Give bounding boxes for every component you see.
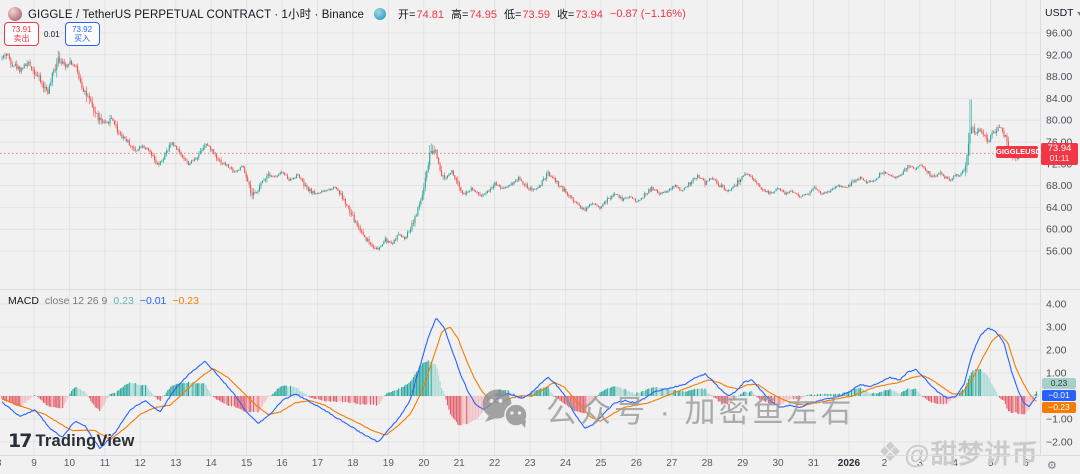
svg-text:4.00: 4.00 bbox=[1046, 299, 1067, 311]
svg-text:23: 23 bbox=[524, 458, 536, 469]
open-label: 开= bbox=[398, 9, 416, 21]
svg-text:16: 16 bbox=[276, 458, 288, 469]
buy-label: 买入 bbox=[74, 34, 91, 43]
svg-text:15: 15 bbox=[241, 458, 253, 469]
spread-value: 0.01 bbox=[44, 29, 60, 39]
wechat-watermark-text: 公众号 · 加密鱼左右 bbox=[546, 394, 855, 429]
svg-text:60.00: 60.00 bbox=[1046, 224, 1072, 236]
svg-text:22: 22 bbox=[489, 458, 501, 469]
binance-diamond-icon: ❖ bbox=[878, 437, 903, 467]
sell-price: 73.91 bbox=[11, 25, 32, 34]
pane-separator[interactable] bbox=[0, 289, 1080, 290]
svg-text:92.00: 92.00 bbox=[1046, 49, 1072, 61]
svg-text:56.00: 56.00 bbox=[1046, 246, 1072, 258]
time-axis-border bbox=[0, 455, 1080, 456]
svg-text:84.00: 84.00 bbox=[1046, 93, 1072, 105]
svg-text:96.00: 96.00 bbox=[1046, 28, 1072, 40]
svg-text:26: 26 bbox=[631, 458, 643, 469]
svg-text:25: 25 bbox=[595, 458, 607, 469]
macd-line-value: −0.01 bbox=[139, 295, 167, 307]
macd-signal-value: −0.23 bbox=[172, 295, 199, 307]
svg-text:12: 12 bbox=[135, 458, 147, 469]
svg-text:27: 27 bbox=[666, 458, 678, 469]
change-value: −0.87 (−1.16%) bbox=[609, 8, 686, 20]
svg-text:31: 31 bbox=[808, 458, 820, 469]
svg-text:30: 30 bbox=[772, 458, 784, 469]
svg-text:13: 13 bbox=[170, 458, 182, 469]
giggle-coin-icon bbox=[8, 7, 22, 21]
svg-text:19: 19 bbox=[383, 458, 395, 469]
svg-text:11: 11 bbox=[100, 458, 111, 469]
svg-text:3.00: 3.00 bbox=[1046, 322, 1067, 334]
macd-line-chip: −0.01 bbox=[1042, 390, 1076, 401]
price-axis-border bbox=[1040, 0, 1041, 455]
close-value: 73.94 bbox=[575, 9, 603, 21]
svg-text:18: 18 bbox=[347, 458, 359, 469]
svg-text:9: 9 bbox=[31, 458, 37, 469]
tradingview-brand: TradingView bbox=[35, 431, 135, 450]
svg-text:64.00: 64.00 bbox=[1046, 202, 1072, 214]
svg-text:8: 8 bbox=[0, 458, 2, 469]
last-price-value: 73.94 bbox=[1047, 143, 1072, 154]
gear-icon[interactable]: ⚙ bbox=[1047, 459, 1057, 472]
buy-price: 73.92 bbox=[72, 25, 93, 34]
macd-indicator-label[interactable]: MACD close 12 26 9 0.23 −0.01 −0.23 bbox=[8, 295, 199, 307]
svg-text:24: 24 bbox=[560, 458, 572, 469]
macd-title: MACD bbox=[8, 295, 39, 307]
high-label: 高= bbox=[451, 9, 469, 21]
bar-countdown: 01:11 bbox=[1049, 154, 1070, 163]
sell-label: 卖出 bbox=[13, 34, 30, 43]
tradingview-mark-icon: 17 bbox=[8, 430, 32, 452]
channel-watermark-text: @甜梦讲币 bbox=[904, 439, 1039, 469]
open-value: 74.81 bbox=[416, 9, 444, 21]
svg-text:14: 14 bbox=[206, 458, 218, 469]
svg-text:−2.00: −2.00 bbox=[1046, 437, 1073, 449]
svg-text:20: 20 bbox=[418, 458, 430, 469]
tradingview-logo[interactable]: 17 TradingView bbox=[8, 430, 135, 452]
macd-hist-value: 0.23 bbox=[113, 295, 134, 307]
chevron-down-icon bbox=[1076, 11, 1080, 16]
wechat-watermark: 公众号 · 加密鱼左右 bbox=[480, 386, 855, 431]
buy-sell-panel: 73.91 卖出 0.01 73.92 买入 bbox=[4, 22, 100, 46]
macd-hist-chip: 0.23 bbox=[1042, 378, 1076, 389]
low-label: 低= bbox=[503, 9, 522, 21]
last-price-chip: 73.94 01:11 bbox=[1041, 143, 1078, 165]
ohlc-readout: 开=74.81 高=74.95 低=73.59 收=73.94 −0.87 (−… bbox=[398, 6, 686, 22]
macd-signal-chip: −0.23 bbox=[1042, 402, 1076, 413]
symbol-title[interactable]: GIGGLE / TetherUS PERPETUAL CONTRACT · 1… bbox=[28, 6, 364, 22]
low-value: 73.59 bbox=[522, 9, 550, 21]
chart-header: GIGGLE / TetherUS PERPETUAL CONTRACT · 1… bbox=[8, 6, 686, 22]
currency-dropdown[interactable]: USDT bbox=[1045, 7, 1080, 19]
currency-label: USDT bbox=[1045, 7, 1074, 19]
svg-text:28: 28 bbox=[702, 458, 714, 469]
macd-params: close 12 26 9 bbox=[44, 295, 108, 307]
svg-text:21: 21 bbox=[454, 458, 466, 469]
svg-text:17: 17 bbox=[312, 458, 324, 469]
svg-text:80.00: 80.00 bbox=[1046, 115, 1072, 127]
svg-text:−1.00: −1.00 bbox=[1046, 414, 1073, 426]
svg-text:68.00: 68.00 bbox=[1046, 180, 1072, 192]
svg-text:29: 29 bbox=[737, 458, 749, 469]
sell-button[interactable]: 73.91 卖出 bbox=[4, 22, 39, 46]
wechat-icon bbox=[482, 389, 528, 428]
channel-watermark: ❖ @甜梦讲币 bbox=[878, 434, 1039, 471]
svg-text:2.00: 2.00 bbox=[1046, 345, 1067, 357]
price-line-symbol-chip: GIGGLEUSDT.P bbox=[996, 146, 1052, 158]
data-source-dot-icon bbox=[374, 8, 387, 20]
high-value: 74.95 bbox=[469, 9, 497, 21]
close-label: 收= bbox=[556, 9, 575, 21]
tradingview-chart-window: 96.0092.0088.0084.0080.0076.0072.0068.00… bbox=[0, 0, 1080, 474]
svg-text:88.00: 88.00 bbox=[1046, 71, 1072, 83]
buy-button[interactable]: 73.92 买入 bbox=[64, 22, 100, 46]
svg-text:10: 10 bbox=[64, 458, 76, 469]
svg-text:2026: 2026 bbox=[838, 458, 861, 469]
